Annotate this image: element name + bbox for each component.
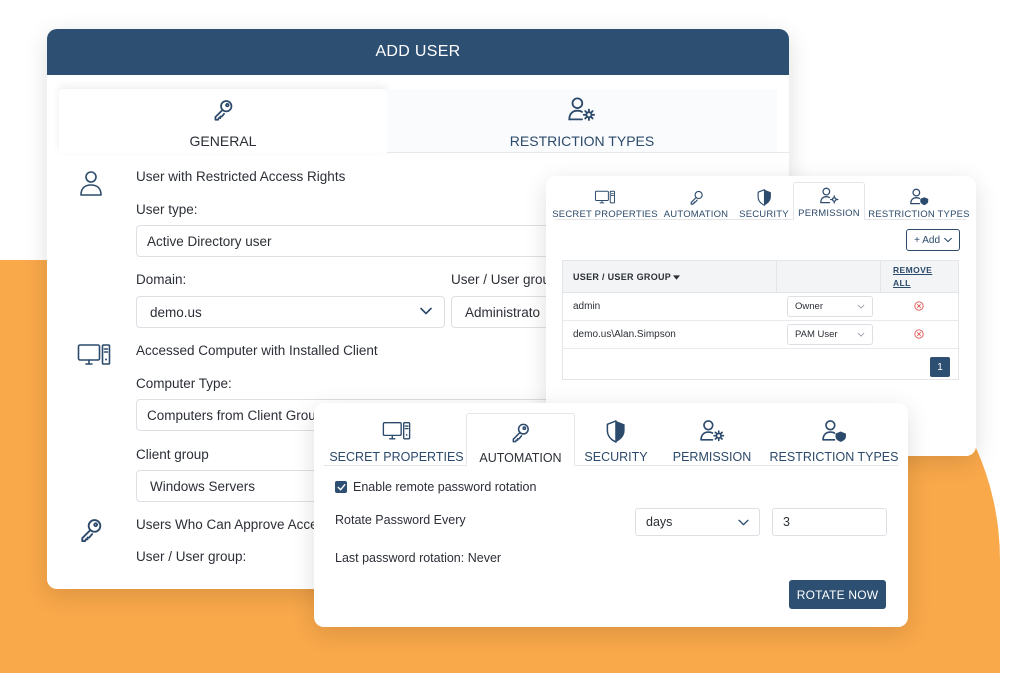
row-user: demo.us\Alan.Simpson [573,329,676,340]
tab-restriction-types[interactable]: RESTRICTION TYPES [868,182,970,220]
tab-label: AUTOMATION [663,209,729,220]
user-shield-icon [909,184,930,206]
remove-row-icon[interactable] [914,329,924,339]
tab-label: SECURITY [584,450,648,464]
section-computer-heading: Accessed Computer with Installed Client [136,343,378,358]
remove-all-line1: REMOVE [893,265,933,275]
column-header-user-label: USER / USER GROUP [573,272,672,282]
computer-icon [382,417,411,443]
tab-label: RESTRICTION TYPES [769,450,899,464]
tab-automation[interactable]: AUTOMATION [660,182,732,220]
computer-icon [594,184,616,206]
user-group-label: User / User grou [451,272,551,287]
chevron-down-icon [420,307,432,315]
user-gear-icon [819,185,840,205]
key-icon [77,516,105,544]
row-user: admin [573,301,601,312]
tab-label: SECRET PROPERTIES [329,450,464,464]
add-permission-button[interactable]: + Add [906,229,960,251]
role-select[interactable]: Owner [787,296,873,317]
permissions-tabs: SECRET PROPERTIES AUTOMATION SECURITY PE… [552,182,970,220]
user-group-value: Administrato [465,304,541,320]
enable-rotation-label: Enable remote password rotation [353,480,537,494]
computer-icon [77,343,111,369]
tab-general[interactable]: GENERAL [59,89,387,153]
tab-secret-properties[interactable]: SECRET PROPERTIES [324,413,469,466]
interval-unit-select[interactable]: days [635,508,760,536]
user-type-field[interactable]: Active Directory user [136,225,556,257]
tab-restriction-types[interactable]: RESTRICTION TYPES [387,89,777,153]
permissions-table: USER / USER GROUP REMOVE ALL admin Owner… [562,260,959,380]
table-row: admin Owner [563,293,958,321]
user-shield-icon [821,417,848,443]
checkmark-icon [336,483,346,491]
client-group-value: Windows Servers [150,478,256,494]
user-gear-icon [699,417,726,443]
tab-restriction-types[interactable]: RESTRICTION TYPES [770,413,898,466]
automation-tabs: SECRET PROPERTIES AUTOMATION SECURITY PE… [324,413,898,466]
interval-value: 3 [783,515,790,529]
domain-select[interactable]: demo.us [136,296,445,328]
section-approvers-heading: Users Who Can Approve Acce [136,517,318,532]
approvers-user-group-label: User / User group: [136,549,247,564]
add-user-tabs: GENERAL RESTRICTION TYPES [47,75,789,153]
key-icon [688,184,705,206]
tab-permission[interactable]: PERMISSION [669,413,755,466]
interval-unit-value: days [646,515,673,529]
rotate-every-label: Rotate Password Every [335,513,466,527]
interval-value-input[interactable]: 3 [772,508,887,536]
tab-label: SECURITY [739,209,789,220]
tab-label: PERMISSION [672,450,752,464]
rotate-now-button[interactable]: ROTATE NOW [789,580,886,609]
automation-panel: SECRET PROPERTIES AUTOMATION SECURITY PE… [314,403,908,627]
tab-security[interactable]: SECURITY [581,413,651,466]
section-user-heading: User with Restricted Access Rights [136,169,346,184]
key-icon [509,418,532,444]
key-icon [210,93,236,123]
user-type-value: Active Directory user [147,233,272,249]
role-select[interactable]: PAM User [787,324,873,345]
chevron-down-icon [857,332,865,337]
last-rotation-text: Last password rotation: Never [335,551,502,565]
role-value: PAM User [795,329,838,340]
client-group-label: Client group [136,447,209,462]
chevron-down-icon [944,237,952,243]
remove-row-icon[interactable] [914,301,924,311]
tab-general-label: GENERAL [189,133,257,149]
column-header-user[interactable]: USER / USER GROUP [563,261,777,293]
add-label: + Add [914,234,940,246]
tab-label: SECRET PROPERTIES [552,209,658,220]
enable-rotation-checkbox[interactable] [335,481,347,493]
user-type-label: User type: [136,202,198,217]
domain-label: Domain: [136,272,187,287]
tab-divider [387,152,789,153]
domain-value: demo.us [150,304,202,320]
computer-type-value: Computers from Client Grou [147,407,316,423]
tab-automation[interactable]: AUTOMATION [466,413,575,466]
shield-icon [606,417,626,443]
chevron-down-icon [738,519,749,526]
user-icon [79,169,103,197]
tab-security[interactable]: SECURITY [738,182,790,220]
dialog-title: ADD USER [47,29,789,75]
shield-icon [757,184,772,206]
computer-type-label: Computer Type: [136,376,232,391]
role-value: Owner [795,301,823,312]
remove-all-line2: ALL [893,278,911,288]
tab-secret-properties[interactable]: SECRET PROPERTIES [552,182,658,220]
remove-all-link[interactable]: REMOVE ALL [881,261,958,293]
tab-label: AUTOMATION [479,451,562,465]
tab-label: PERMISSION [798,208,860,219]
user-gear-icon [567,93,597,123]
tab-permission[interactable]: PERMISSION [793,182,865,220]
tab-restriction-types-label: RESTRICTION TYPES [509,133,655,149]
tab-label: RESTRICTION TYPES [868,209,970,220]
table-row: demo.us\Alan.Simpson PAM User [563,321,958,349]
chevron-down-icon [857,304,865,309]
pagination-page-button[interactable]: 1 [930,357,950,377]
sort-down-icon [673,275,680,280]
column-header-role [777,261,881,293]
